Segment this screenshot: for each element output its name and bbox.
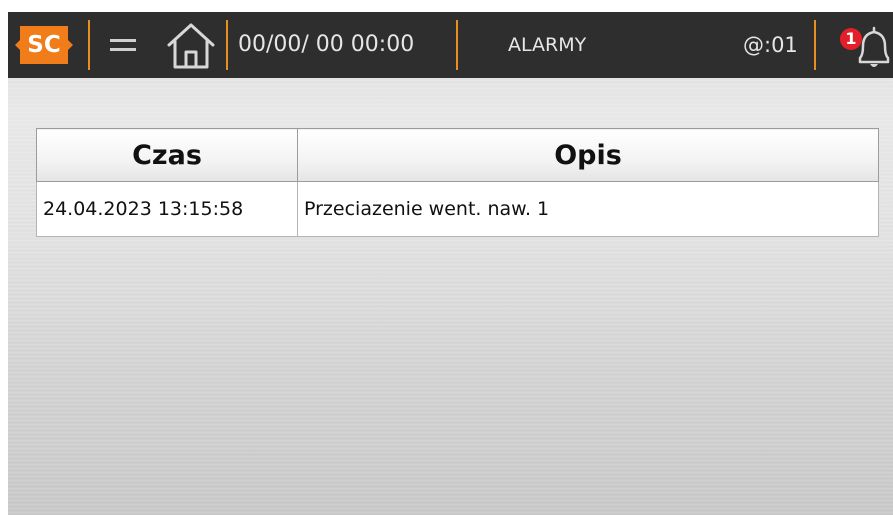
table-header-row: Czas Opis (36, 128, 879, 182)
logo-notch-left (15, 40, 20, 50)
separator (88, 20, 90, 70)
column-header-description[interactable]: Opis (297, 128, 879, 182)
logo-notch-right (68, 40, 73, 50)
separator (814, 20, 816, 70)
home-button[interactable] (164, 21, 218, 71)
separator (226, 20, 228, 70)
alarm-time-cell: 24.04.2023 13:15:58 (36, 181, 298, 237)
separator (456, 20, 458, 70)
datetime-display[interactable]: 00/00/ 00 00:00 (238, 30, 414, 60)
alarm-count-badge: 1 (840, 28, 862, 50)
logo[interactable]: SC (15, 26, 73, 64)
menu-button[interactable] (104, 26, 144, 64)
screen: SC 00/00/ 00 00:00 ALARMY @:01 1 Czas Op… (8, 12, 893, 515)
home-icon (167, 23, 215, 69)
alarm-table: Czas Opis 24.04.2023 13:15:58 Przeciazen… (36, 128, 879, 237)
page-title: ALARMY (508, 34, 587, 56)
logo-text: SC (27, 32, 61, 58)
top-bar: SC 00/00/ 00 00:00 ALARMY @:01 1 (8, 12, 893, 78)
alarm-bell-button[interactable]: 1 (838, 24, 893, 70)
column-header-time[interactable]: Czas (36, 128, 298, 182)
alarm-description-cell: Przeciazenie went. naw. 1 (297, 181, 879, 237)
table-row[interactable]: 24.04.2023 13:15:58 Przeciazenie went. n… (36, 181, 879, 237)
user-indicator[interactable]: @:01 (743, 30, 798, 60)
